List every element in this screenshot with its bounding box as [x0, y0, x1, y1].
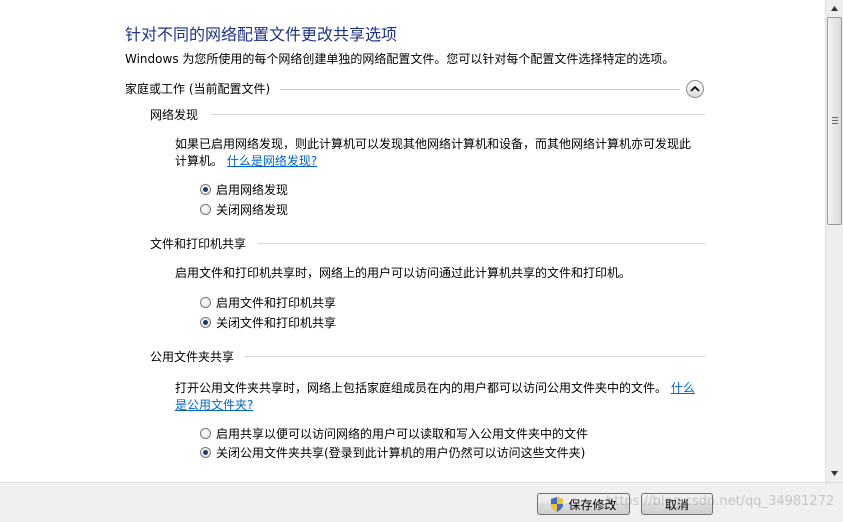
radio-enable-network-discovery[interactable]: 启用网络发现	[200, 181, 288, 197]
cancel-button[interactable]: 取消	[641, 493, 713, 515]
radio-button[interactable]	[200, 296, 211, 308]
scroll-up-button[interactable]	[826, 0, 843, 17]
sharing-settings-panel: 针对不同的网络配置文件更改共享选项 Windows 为您所使用的每个网络创建单独…	[0, 0, 825, 482]
section-title-file-printer-sharing: 文件和打印机共享	[150, 237, 247, 251]
public-folder-sharing-description: 打开公用文件夹共享时，网络上包括家庭组成员在内的用户都可以访问公用文件夹中的文件…	[175, 381, 695, 412]
uac-shield-icon	[551, 496, 564, 512]
save-changes-button[interactable]: 保存修改	[537, 493, 630, 515]
radio-enable-file-printer-sharing[interactable]: 启用文件和打印机共享	[200, 294, 336, 310]
section-divider	[258, 243, 705, 244]
radio-button-selected[interactable]	[200, 446, 211, 458]
what-is-public-folder-link-continued[interactable]: 是公用文件夹?	[175, 398, 253, 412]
network-discovery-description: 如果已启用网络发现，则此计算机可以发现其他网络计算机和设备，而其他网络计算机亦可…	[175, 137, 692, 168]
scrollbar-thumb[interactable]	[827, 17, 842, 225]
section-divider	[245, 356, 705, 357]
button-bar: 保存修改 取消	[0, 482, 843, 522]
radio-enable-public-folder-sharing[interactable]: 启用共享以便可以访问网络的用户可以读取和写入公用文件夹中的文件	[200, 425, 588, 441]
section-divider	[212, 114, 705, 115]
vertical-scrollbar[interactable]	[825, 0, 843, 482]
what-is-network-discovery-link[interactable]: 什么是网络发现?	[227, 154, 317, 168]
profile-header-label: 家庭或工作 (当前配置文件)	[125, 82, 271, 96]
radio-button[interactable]	[200, 203, 211, 215]
radio-button-selected[interactable]	[200, 183, 211, 195]
radio-disable-network-discovery[interactable]: 关闭网络发现	[200, 201, 288, 217]
radio-disable-public-folder-sharing[interactable]: 关闭公用文件夹共享(登录到此计算机的用户仍然可以访问这些文件夹)	[200, 444, 585, 460]
page-subtitle: Windows 为您所使用的每个网络创建单独的网络配置文件。您可以针对每个配置文…	[125, 52, 675, 66]
radio-button[interactable]	[200, 427, 211, 439]
file-printer-sharing-description: 启用文件和打印机共享时，网络上的用户可以访问通过此计算机共享的文件和打印机。	[175, 266, 632, 280]
scroll-down-arrow-icon	[831, 471, 838, 476]
section-title-public-folder-sharing: 公用文件夹共享	[150, 350, 235, 364]
scroll-up-arrow-icon	[831, 6, 838, 11]
section-title-network-discovery: 网络发现	[150, 108, 199, 122]
profile-divider	[280, 89, 680, 90]
radio-button-selected[interactable]	[200, 316, 211, 328]
what-is-public-folder-link[interactable]: 什么	[671, 381, 695, 395]
radio-disable-file-printer-sharing[interactable]: 关闭文件和打印机共享	[200, 314, 336, 330]
chevron-up-icon	[690, 85, 700, 92]
page-title: 针对不同的网络配置文件更改共享选项	[125, 25, 398, 44]
collapse-profile-button[interactable]	[686, 80, 704, 98]
scroll-down-button[interactable]	[826, 465, 843, 482]
